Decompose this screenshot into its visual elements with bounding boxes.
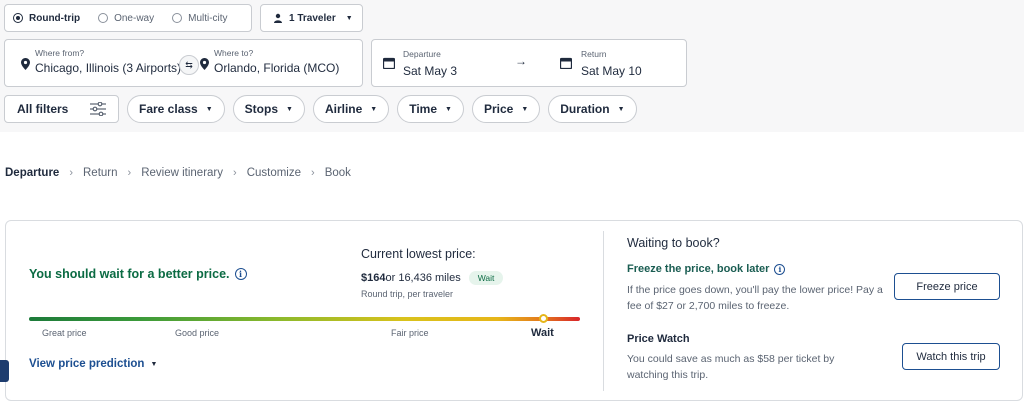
round-trip-note: Round trip, per traveler bbox=[361, 289, 454, 299]
breadcrumb: Departure › Return › Review itinerary › … bbox=[5, 167, 351, 179]
price-advice-message: You should wait for a better price. i bbox=[29, 267, 247, 281]
airline-filter[interactable]: Airline ▼ bbox=[312, 95, 390, 123]
airline-label: Airline bbox=[324, 102, 363, 116]
duration-label: Duration bbox=[560, 102, 610, 116]
from-label: Where from? bbox=[35, 48, 85, 58]
one-way-label: One-way bbox=[114, 12, 155, 24]
price-amount: $164 bbox=[361, 272, 386, 284]
feedback-tab[interactable] bbox=[0, 360, 9, 382]
person-icon bbox=[274, 13, 282, 23]
current-lowest-label: Current lowest price: bbox=[361, 247, 476, 261]
traveler-selector[interactable]: 1 Traveler ▼ bbox=[260, 4, 363, 32]
scale-label-good: Good price bbox=[175, 328, 220, 338]
view-price-prediction-link[interactable]: View price prediction ▼ bbox=[29, 358, 157, 370]
breadcrumb-book: Book bbox=[324, 167, 351, 179]
multi-city-option[interactable]: Multi-city bbox=[172, 12, 228, 24]
swap-icon: ⇆ bbox=[185, 59, 193, 70]
to-field[interactable]: Where to? Orlando, Florida (MCO) bbox=[212, 40, 360, 86]
chevron-down-icon: ▼ bbox=[445, 105, 452, 113]
chevron-down-icon: ▼ bbox=[286, 105, 293, 113]
calendar-icon bbox=[560, 57, 572, 69]
breadcrumb-departure[interactable]: Departure bbox=[5, 167, 59, 179]
freeze-price-button[interactable]: Freeze price bbox=[894, 273, 1000, 300]
swap-route-button[interactable]: ⇆ bbox=[179, 55, 199, 75]
scale-label-wait: Wait bbox=[531, 327, 554, 339]
from-field[interactable]: Where from? Chicago, Illinois (3 Airport… bbox=[33, 40, 181, 86]
price-scale-bar bbox=[29, 317, 580, 321]
calendar-icon bbox=[383, 57, 395, 69]
price-label: Price bbox=[483, 102, 514, 116]
waiting-to-book-title: Waiting to book? bbox=[627, 236, 720, 250]
radio-selected-icon bbox=[13, 13, 23, 23]
round-trip-option[interactable]: Round-trip bbox=[13, 13, 80, 24]
stops-filter[interactable]: Stops ▼ bbox=[232, 95, 305, 123]
return-field[interactable]: Return Sat May 10 bbox=[550, 40, 686, 86]
dates-field-group: Departure Sat May 3 → Return Sat May 10 bbox=[371, 39, 687, 87]
advice-text: You should wait for a better price. bbox=[29, 267, 230, 281]
watch-this-trip-button[interactable]: Watch this trip bbox=[902, 343, 1000, 370]
traveler-label: 1 Traveler bbox=[289, 12, 336, 24]
chevron-right-icon: › bbox=[311, 167, 315, 179]
price-miles: or 16,436 miles bbox=[385, 272, 461, 284]
all-filters-label: All filters bbox=[17, 102, 69, 116]
breadcrumb-return: Return bbox=[83, 167, 118, 179]
from-value: Chicago, Illinois (3 Airports) bbox=[35, 61, 182, 75]
arrow-right-icon: → bbox=[515, 54, 527, 68]
breadcrumb-customize: Customize bbox=[246, 167, 302, 179]
card-divider bbox=[603, 231, 604, 391]
chevron-right-icon: › bbox=[69, 167, 73, 179]
info-icon[interactable]: i bbox=[774, 263, 786, 275]
duration-filter[interactable]: Duration ▼ bbox=[548, 95, 637, 123]
current-price: $164 or 16,436 miles Wait bbox=[361, 271, 504, 285]
chevron-right-icon: › bbox=[233, 167, 237, 179]
stops-label: Stops bbox=[244, 102, 278, 116]
prediction-link-label: View price prediction bbox=[29, 358, 145, 370]
return-label: Return bbox=[581, 49, 607, 59]
to-value: Orlando, Florida (MCO) bbox=[214, 61, 340, 75]
freeze-price-description: If the price goes down, you'll pay the l… bbox=[627, 284, 883, 312]
departure-field[interactable]: Departure Sat May 3 bbox=[372, 40, 512, 86]
all-filters-button[interactable]: All filters bbox=[4, 95, 119, 123]
search-area: Round-trip One-way Multi-city 1 Traveler… bbox=[0, 0, 1024, 132]
chevron-down-icon: ▼ bbox=[150, 360, 158, 368]
departure-value: Sat May 3 bbox=[403, 64, 458, 78]
radio-icon bbox=[172, 13, 183, 23]
fare-class-filter[interactable]: Fare class ▼ bbox=[127, 95, 225, 123]
location-pin-icon bbox=[21, 58, 30, 70]
location-pin-icon bbox=[200, 58, 209, 70]
price-watch-description: You could save as much as $58 per ticket… bbox=[627, 353, 835, 381]
chevron-down-icon: ▼ bbox=[205, 105, 213, 113]
time-label: Time bbox=[409, 102, 438, 116]
freeze-title-text: Freeze the price, book later bbox=[627, 263, 770, 275]
route-field-group: Where from? Chicago, Illinois (3 Airport… bbox=[4, 39, 363, 87]
chevron-down-icon: ▼ bbox=[370, 105, 378, 113]
chevron-down-icon: ▼ bbox=[345, 14, 353, 22]
return-value: Sat May 10 bbox=[581, 64, 642, 78]
one-way-option[interactable]: One-way bbox=[98, 13, 154, 24]
wait-badge: Wait bbox=[468, 271, 504, 285]
price-filter[interactable]: Price ▼ bbox=[471, 95, 541, 123]
departure-label: Departure bbox=[403, 49, 441, 59]
freeze-price-title: Freeze the price, book later i bbox=[627, 263, 786, 275]
radio-icon bbox=[98, 13, 109, 23]
trip-type-selector: Round-trip One-way Multi-city bbox=[4, 4, 252, 32]
price-watch-title: Price Watch bbox=[627, 333, 690, 345]
to-label: Where to? bbox=[214, 48, 254, 58]
scale-label-fair: Fair price bbox=[391, 328, 429, 338]
chevron-down-icon: ▼ bbox=[521, 105, 529, 113]
filter-bar: All filters Fare class ▼ Stops ▼ Airline… bbox=[4, 95, 645, 125]
multi-city-label: Multi-city bbox=[188, 12, 228, 24]
info-icon[interactable]: i bbox=[234, 268, 247, 280]
scale-label-great: Great price bbox=[42, 328, 87, 338]
fare-class-label: Fare class bbox=[139, 102, 198, 116]
sliders-icon bbox=[90, 102, 106, 116]
chevron-right-icon: › bbox=[127, 167, 132, 179]
time-filter[interactable]: Time ▼ bbox=[397, 95, 464, 123]
round-trip-label: Round-trip bbox=[29, 12, 81, 24]
price-scale-marker bbox=[539, 314, 548, 323]
price-advice-card: You should wait for a better price. i Cu… bbox=[5, 220, 1023, 401]
chevron-down-icon: ▼ bbox=[617, 105, 625, 113]
breadcrumb-review-itinerary: Review itinerary bbox=[141, 167, 224, 179]
